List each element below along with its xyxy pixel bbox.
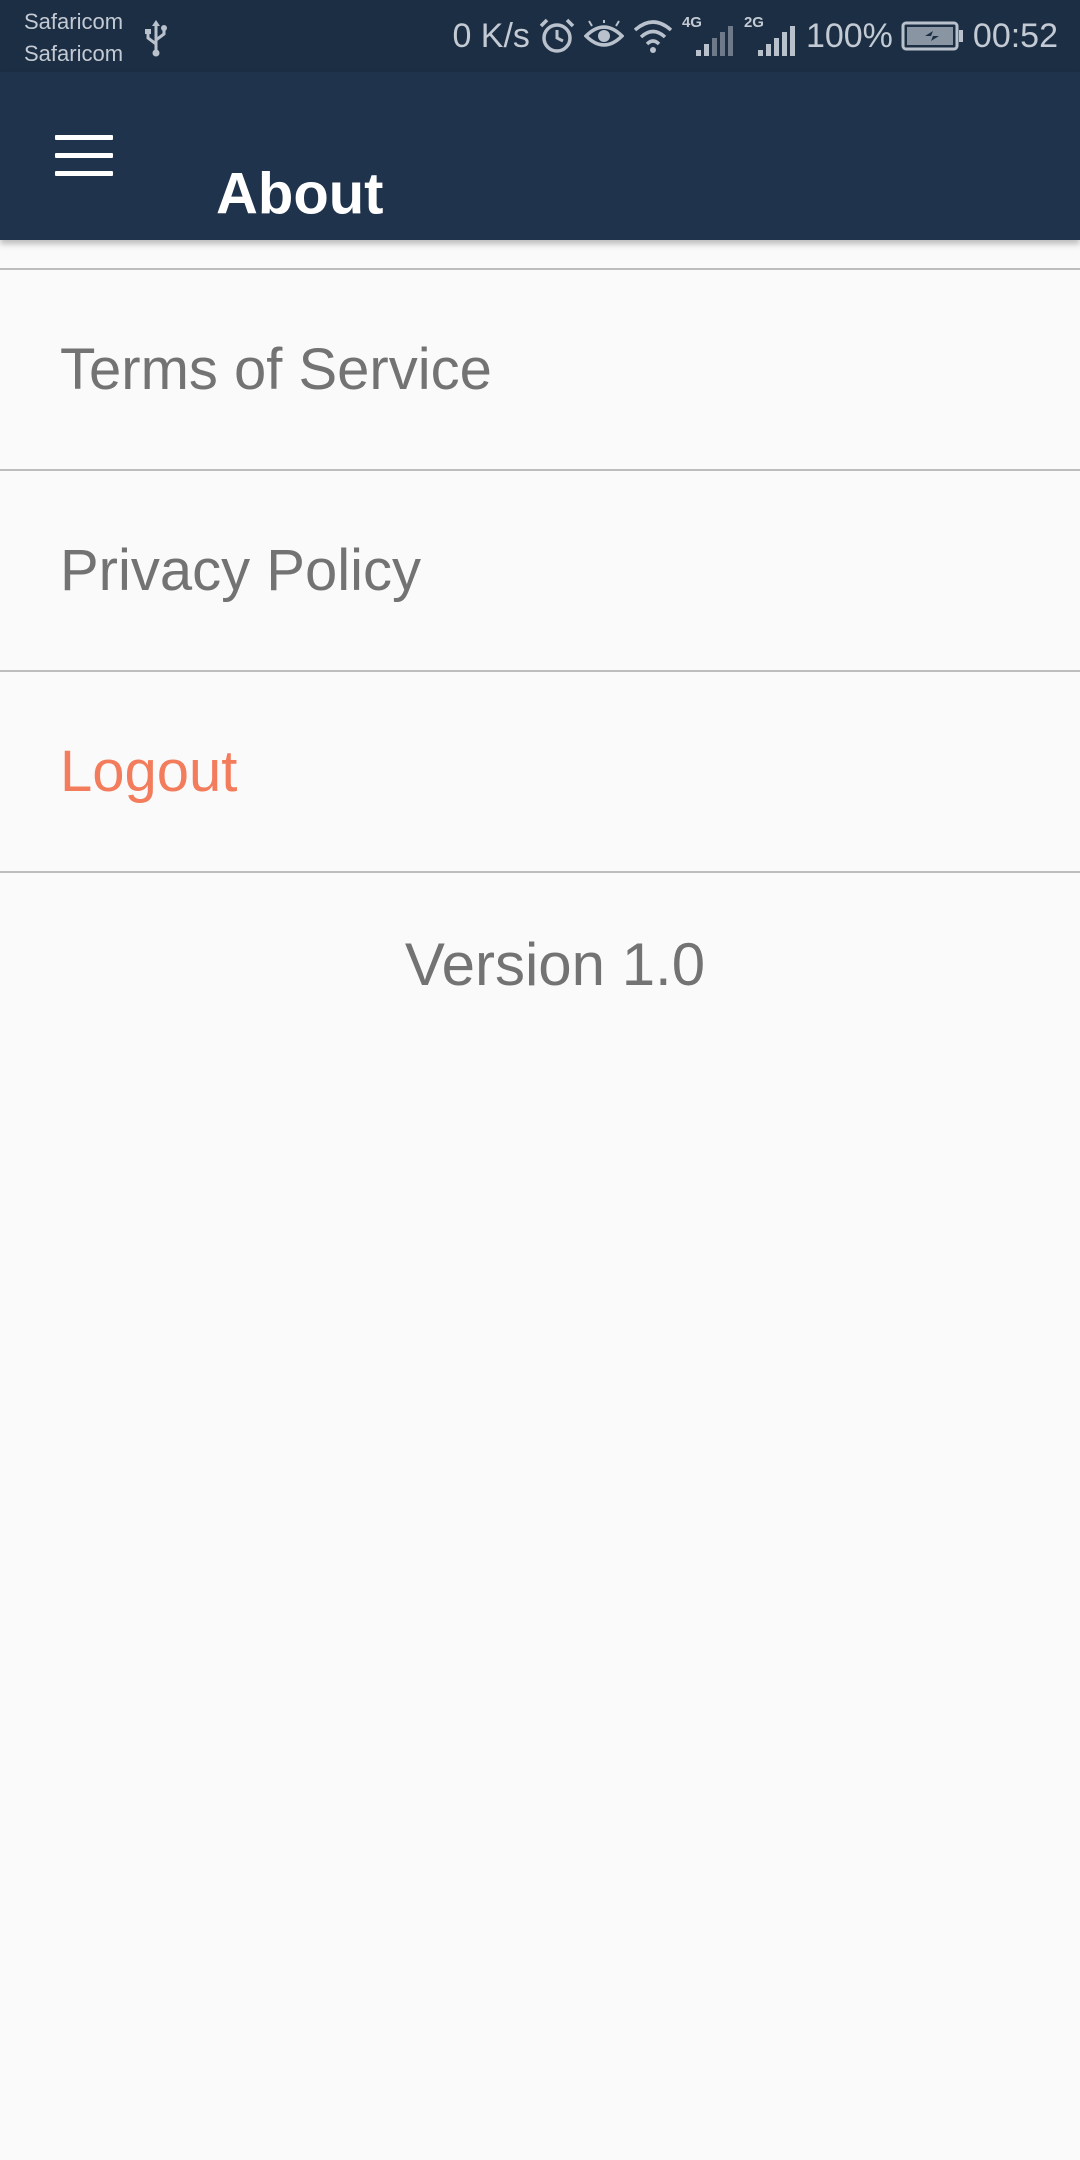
- menu-button[interactable]: [40, 116, 128, 196]
- network-type-2g: 2G: [744, 14, 798, 56]
- carrier-1: Safaricom: [24, 9, 124, 34]
- signal-icon: [757, 26, 795, 56]
- carrier-names: Safaricom Safaricom: [24, 6, 123, 70]
- logout-button[interactable]: Logout: [0, 672, 1080, 873]
- version-label: Version 1.0: [404, 931, 706, 998]
- app-bar: About: [0, 72, 1080, 240]
- terms-of-service-link[interactable]: Terms of Service: [0, 270, 1080, 471]
- carrier-2: Safaricom: [24, 41, 124, 66]
- battery-percent: 100%: [805, 16, 893, 55]
- status-indicators: 0 K/s 4G 2G 100% 00:52: [452, 0, 1058, 72]
- hamburger-menu-icon[interactable]: [55, 135, 113, 177]
- net-speed: 0 K/s: [452, 16, 530, 55]
- about-menu-list: Terms of Service Privacy Policy Logout: [0, 268, 1080, 873]
- clock: 00:52: [972, 16, 1058, 55]
- wifi-icon: [633, 20, 673, 53]
- network-type-4g: 4G: [682, 14, 736, 56]
- alarm-icon: [539, 18, 575, 53]
- privacy-policy-link[interactable]: Privacy Policy: [0, 471, 1080, 672]
- eye-icon: [583, 20, 624, 47]
- page-title: About: [216, 161, 384, 227]
- battery-charging-icon: [901, 21, 963, 51]
- status-bar: Safaricom Safaricom 0 K/s 4G 2G 100% 00:…: [0, 0, 1080, 72]
- usb-icon: [145, 20, 167, 57]
- signal-icon: [695, 26, 733, 56]
